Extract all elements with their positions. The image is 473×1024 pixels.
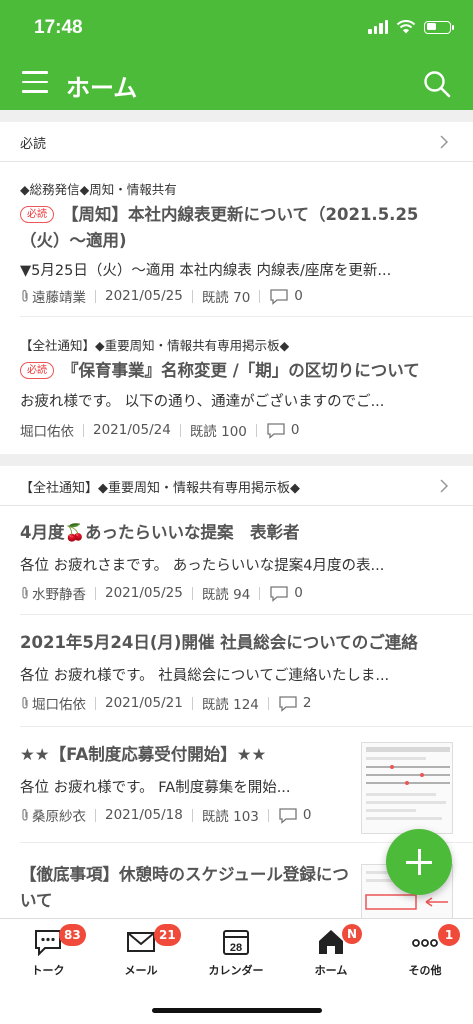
tab-calendar[interactable]: 28 カレンダー bbox=[191, 927, 281, 978]
item-title-text: 【周知】本社内線表更新について（2021.5.25（火）〜適用) bbox=[20, 205, 419, 250]
wifi-icon bbox=[396, 20, 416, 34]
tab-label: カレンダー bbox=[208, 964, 264, 977]
item-reads: 既読 103 bbox=[201, 809, 259, 825]
tab-label: トーク bbox=[31, 964, 65, 977]
section-gap bbox=[0, 110, 473, 122]
list-item[interactable]: ◆総務発信◆周知・情報共有 必読 【周知】本社内線表更新について（2021.5.2… bbox=[0, 162, 473, 312]
comment-icon bbox=[270, 585, 288, 602]
section-title: 必読 bbox=[20, 137, 47, 152]
item-meta: 堀口佑依 2021/05/21 既読 124 2 bbox=[20, 693, 311, 713]
chevron-right-icon bbox=[440, 479, 449, 493]
item-snippet: 各位 お疲れ様です。 FA制度募集を開始... bbox=[20, 780, 291, 796]
divider bbox=[20, 726, 473, 727]
item-snippet: ▼5月25日（火）〜適用 本社内線表 内線表/座席を更新... bbox=[20, 263, 392, 279]
page-title: ホーム bbox=[66, 74, 138, 102]
section-header-must-read[interactable]: 必読 bbox=[0, 122, 473, 162]
must-read-badge: 必読 bbox=[20, 206, 54, 223]
more-icon bbox=[412, 939, 438, 947]
calendar-icon: 28 bbox=[223, 930, 249, 955]
comment-icon bbox=[267, 422, 285, 439]
tab-more[interactable]: その他 1 bbox=[380, 924, 470, 978]
divider bbox=[20, 614, 473, 615]
list-item[interactable]: 【全社通知】◆重要周知・情報共有専用掲示板◆ 必読 『保育事業』名称変更 /「期」… bbox=[0, 318, 473, 453]
attachment-icon bbox=[22, 808, 28, 821]
item-category: ◆総務発信◆周知・情報共有 bbox=[20, 182, 177, 197]
tab-label: その他 bbox=[408, 964, 442, 977]
tab-label: メール bbox=[124, 964, 158, 977]
attachment-icon bbox=[22, 289, 28, 302]
item-snippet: お疲れ様です。 以下の通り、通達がございますのでご... bbox=[20, 394, 385, 410]
item-meta: 桑原紗衣 2021/05/18 既読 103 0 bbox=[20, 805, 311, 825]
tab-label: ホーム bbox=[314, 964, 348, 977]
item-author: 遠藤靖業 bbox=[32, 290, 86, 306]
list-item[interactable]: ★★【FA制度応募受付開始】★★ 各位 お疲れ様です。 FA制度募集を開始...… bbox=[0, 728, 473, 838]
section-title: 【全社通知】◆重要周知・情報共有専用掲示板◆ bbox=[20, 481, 300, 496]
item-reads: 既読 70 bbox=[201, 290, 251, 306]
item-meta: 堀口佑依 2021/05/24 既読 100 0 bbox=[20, 420, 299, 440]
item-title: 必読 『保育事業』名称変更 /「期」の区切りについて bbox=[20, 358, 447, 384]
item-author: 堀口佑依 bbox=[32, 697, 86, 713]
must-read-badge: 必読 bbox=[20, 362, 54, 379]
item-comments: 0 bbox=[294, 288, 303, 304]
unread-badge: 21 bbox=[154, 924, 181, 946]
status-time: 17:48 bbox=[34, 17, 83, 38]
chevron-right-icon bbox=[440, 135, 449, 149]
item-comments: 0 bbox=[302, 807, 312, 823]
item-date: 2021/05/21 bbox=[105, 695, 183, 711]
list-item[interactable]: 2021年5月24日(月)開催 社員総会についてのご連絡 各位 お疲れ様です。 … bbox=[0, 616, 473, 724]
item-date: 2021/05/25 bbox=[105, 288, 183, 304]
item-title: 4月度🍒あったらいいな提案 表彰者 bbox=[20, 523, 300, 542]
battery-icon bbox=[424, 20, 454, 34]
item-author: 堀口佑依 bbox=[20, 424, 74, 440]
item-title: 2021年5月24日(月)開催 社員総会についてのご連絡 bbox=[20, 633, 418, 652]
comment-icon bbox=[270, 288, 288, 305]
item-title-text: 『保育事業』名称変更 /「期」の区切りについて bbox=[62, 361, 420, 380]
status-bar: 17:48 bbox=[0, 0, 473, 58]
app-bar: ホーム bbox=[0, 58, 473, 110]
tab-mail[interactable]: メール 21 bbox=[96, 924, 186, 978]
item-title: 必読 【周知】本社内線表更新について（2021.5.25（火）〜適用) bbox=[20, 202, 447, 254]
section-gap bbox=[0, 454, 473, 466]
divider bbox=[20, 316, 473, 317]
item-date: 2021/05/24 bbox=[93, 422, 171, 438]
new-badge: N bbox=[342, 924, 363, 944]
item-reads: 既読 100 bbox=[189, 424, 247, 440]
section-header-board[interactable]: 【全社通知】◆重要周知・情報共有専用掲示板◆ bbox=[0, 466, 473, 506]
item-meta: 遠藤靖業 2021/05/25 既読 70 0 bbox=[20, 286, 303, 306]
item-comments: 2 bbox=[302, 695, 312, 711]
item-date: 2021/05/25 bbox=[105, 585, 183, 601]
home-indicator bbox=[152, 1008, 322, 1013]
item-snippet: 各位 お疲れさまです。 あったらいいな提案4月度の表... bbox=[20, 558, 385, 574]
item-snippet: 各位 お疲れ様です。 社員総会についてご連絡いたしま... bbox=[20, 668, 390, 684]
tab-home[interactable]: ホーム N bbox=[286, 924, 376, 978]
item-comments: 0 bbox=[290, 422, 300, 438]
item-title: 【徹底事項】休憩時のスケジュール登録について bbox=[20, 865, 349, 910]
search-icon[interactable] bbox=[423, 70, 451, 98]
item-comments: 0 bbox=[294, 585, 303, 601]
status-icons bbox=[368, 20, 454, 34]
item-author: 水野静香 bbox=[32, 587, 86, 603]
item-category: 【全社通知】◆重要周知・情報共有専用掲示板◆ bbox=[20, 338, 290, 353]
tab-talk[interactable]: トーク 83 bbox=[3, 924, 93, 978]
mail-icon bbox=[127, 932, 155, 952]
calendar-day: 28 bbox=[230, 942, 242, 954]
list-item[interactable]: 4月度🍒あったらいいな提案 表彰者 各位 お疲れさまです。 あったらいいな提案4… bbox=[0, 506, 473, 614]
attachment-icon bbox=[22, 696, 28, 709]
comment-icon bbox=[279, 807, 297, 824]
attachment-icon bbox=[22, 586, 28, 599]
comment-icon bbox=[279, 695, 297, 712]
item-meta: 水野静香 2021/05/25 既読 94 0 bbox=[20, 583, 303, 603]
cellular-signal-icon bbox=[368, 20, 388, 34]
item-reads: 既読 124 bbox=[201, 697, 259, 713]
hamburger-icon[interactable] bbox=[22, 71, 48, 95]
new-post-button[interactable] bbox=[386, 829, 452, 895]
unread-badge: 1 bbox=[438, 924, 460, 946]
item-reads: 既読 94 bbox=[201, 587, 251, 603]
item-date: 2021/05/18 bbox=[105, 807, 183, 823]
item-title: ★★【FA制度応募受付開始】★★ bbox=[20, 745, 267, 764]
item-author: 桑原紗衣 bbox=[32, 809, 86, 825]
document-thumbnail[interactable] bbox=[361, 742, 453, 834]
unread-badge: 83 bbox=[59, 924, 86, 946]
